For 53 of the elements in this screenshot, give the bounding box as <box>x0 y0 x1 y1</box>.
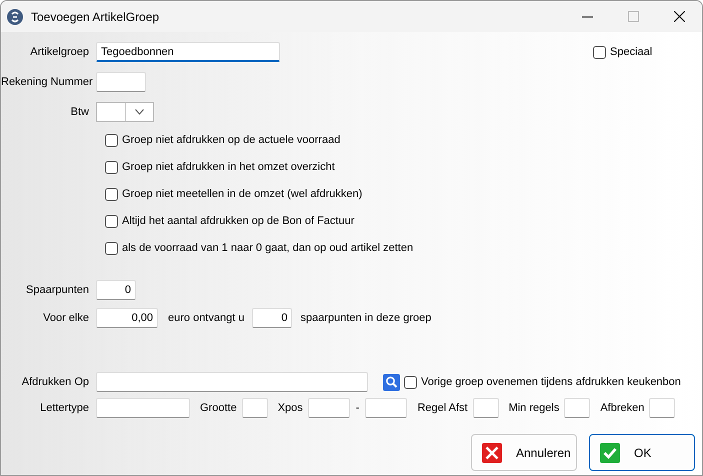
checkbox-label: Groep niet afdrukken in het omzet overzicht <box>122 160 335 175</box>
ok-button[interactable]: OK <box>589 434 695 471</box>
checkbox-label: Speciaal <box>610 44 652 60</box>
input-field[interactable] <box>365 398 408 418</box>
field-label: Xpos <box>278 400 303 416</box>
input-field[interactable] <box>96 372 368 392</box>
field-label: Min regels <box>508 400 560 416</box>
input-field[interactable] <box>472 398 499 418</box>
app-logo-icon <box>7 8 23 24</box>
close-icon[interactable] <box>674 11 684 22</box>
field-label: euro ontvangt u <box>168 310 244 326</box>
field-label: Spaarpunten <box>25 282 90 298</box>
close-icon <box>482 442 502 462</box>
checkbox-label: Altijd het aantal afdrukken op de Bon of Factuur <box>122 214 354 229</box>
input-field[interactable] <box>308 398 350 418</box>
maximize-icon[interactable] <box>628 11 638 22</box>
input-field[interactable] <box>649 398 676 418</box>
checkbox[interactable] <box>404 376 417 388</box>
input-field[interactable]: 0 <box>252 308 292 328</box>
field-label: spaarpunten in deze groep <box>300 310 432 326</box>
field-label: Afbreken <box>600 400 644 416</box>
field-label: Voor elke <box>42 310 90 326</box>
checkbox[interactable] <box>105 214 118 228</box>
cancel-button[interactable]: Annuleren <box>471 434 577 471</box>
field-label: Lettertype <box>39 400 90 416</box>
field-label: Btw <box>70 104 90 120</box>
field-label: Rekening Nummer <box>1 74 94 90</box>
field-label: Grootte <box>200 400 237 416</box>
checkbox[interactable] <box>593 46 606 58</box>
input-field[interactable] <box>242 398 268 418</box>
input-field[interactable]: 0 <box>96 280 136 300</box>
input-field[interactable]: 0,00 <box>96 308 158 328</box>
input-field[interactable]: Tegoedbonnen <box>96 42 280 62</box>
search-icon[interactable] <box>383 374 400 390</box>
field-label: Regel Afst <box>417 400 468 416</box>
checkmark-icon <box>600 442 620 462</box>
input-field[interactable] <box>96 72 146 92</box>
field-label: Artikelgroep <box>29 44 90 60</box>
checkbox[interactable] <box>105 160 118 174</box>
dropdown[interactable] <box>96 102 154 122</box>
checkbox-label: Vorige groep ovenemen tijdens afdrukken keukenbon <box>421 374 681 390</box>
checkbox-label: Groep niet afdrukken op de actuele voorraad <box>122 132 340 148</box>
checkbox[interactable] <box>105 188 118 200</box>
window-title: Toevoegen ArtikelGroep <box>31 8 160 26</box>
checkbox[interactable] <box>105 242 118 254</box>
input-field[interactable] <box>564 398 590 418</box>
checkbox-label: als de voorraad van 1 naar 0 gaat, dan op oud artikel zetten <box>122 240 414 256</box>
input-field[interactable] <box>96 398 190 418</box>
chevron-down-icon <box>134 109 144 115</box>
checkbox[interactable] <box>105 134 118 146</box>
field-label: Afdrukken Op <box>20 374 90 390</box>
checkbox-label: Groep niet meetellen in de omzet (wel afdrukken) <box>122 186 362 202</box>
separator-text: - <box>356 400 360 416</box>
